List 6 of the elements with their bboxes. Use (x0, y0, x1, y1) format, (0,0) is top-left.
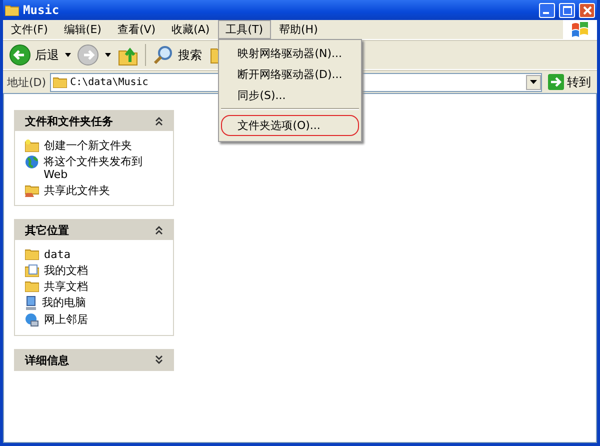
panel-title: 详细信息 (25, 352, 69, 368)
address-label: 地址(D) (7, 74, 46, 90)
address-value: C:\data\Music (70, 76, 150, 88)
panel-title: 其它位置 (25, 222, 69, 238)
window-title: Music (23, 3, 60, 17)
panel-title: 文件和文件夹任务 (25, 114, 113, 128)
